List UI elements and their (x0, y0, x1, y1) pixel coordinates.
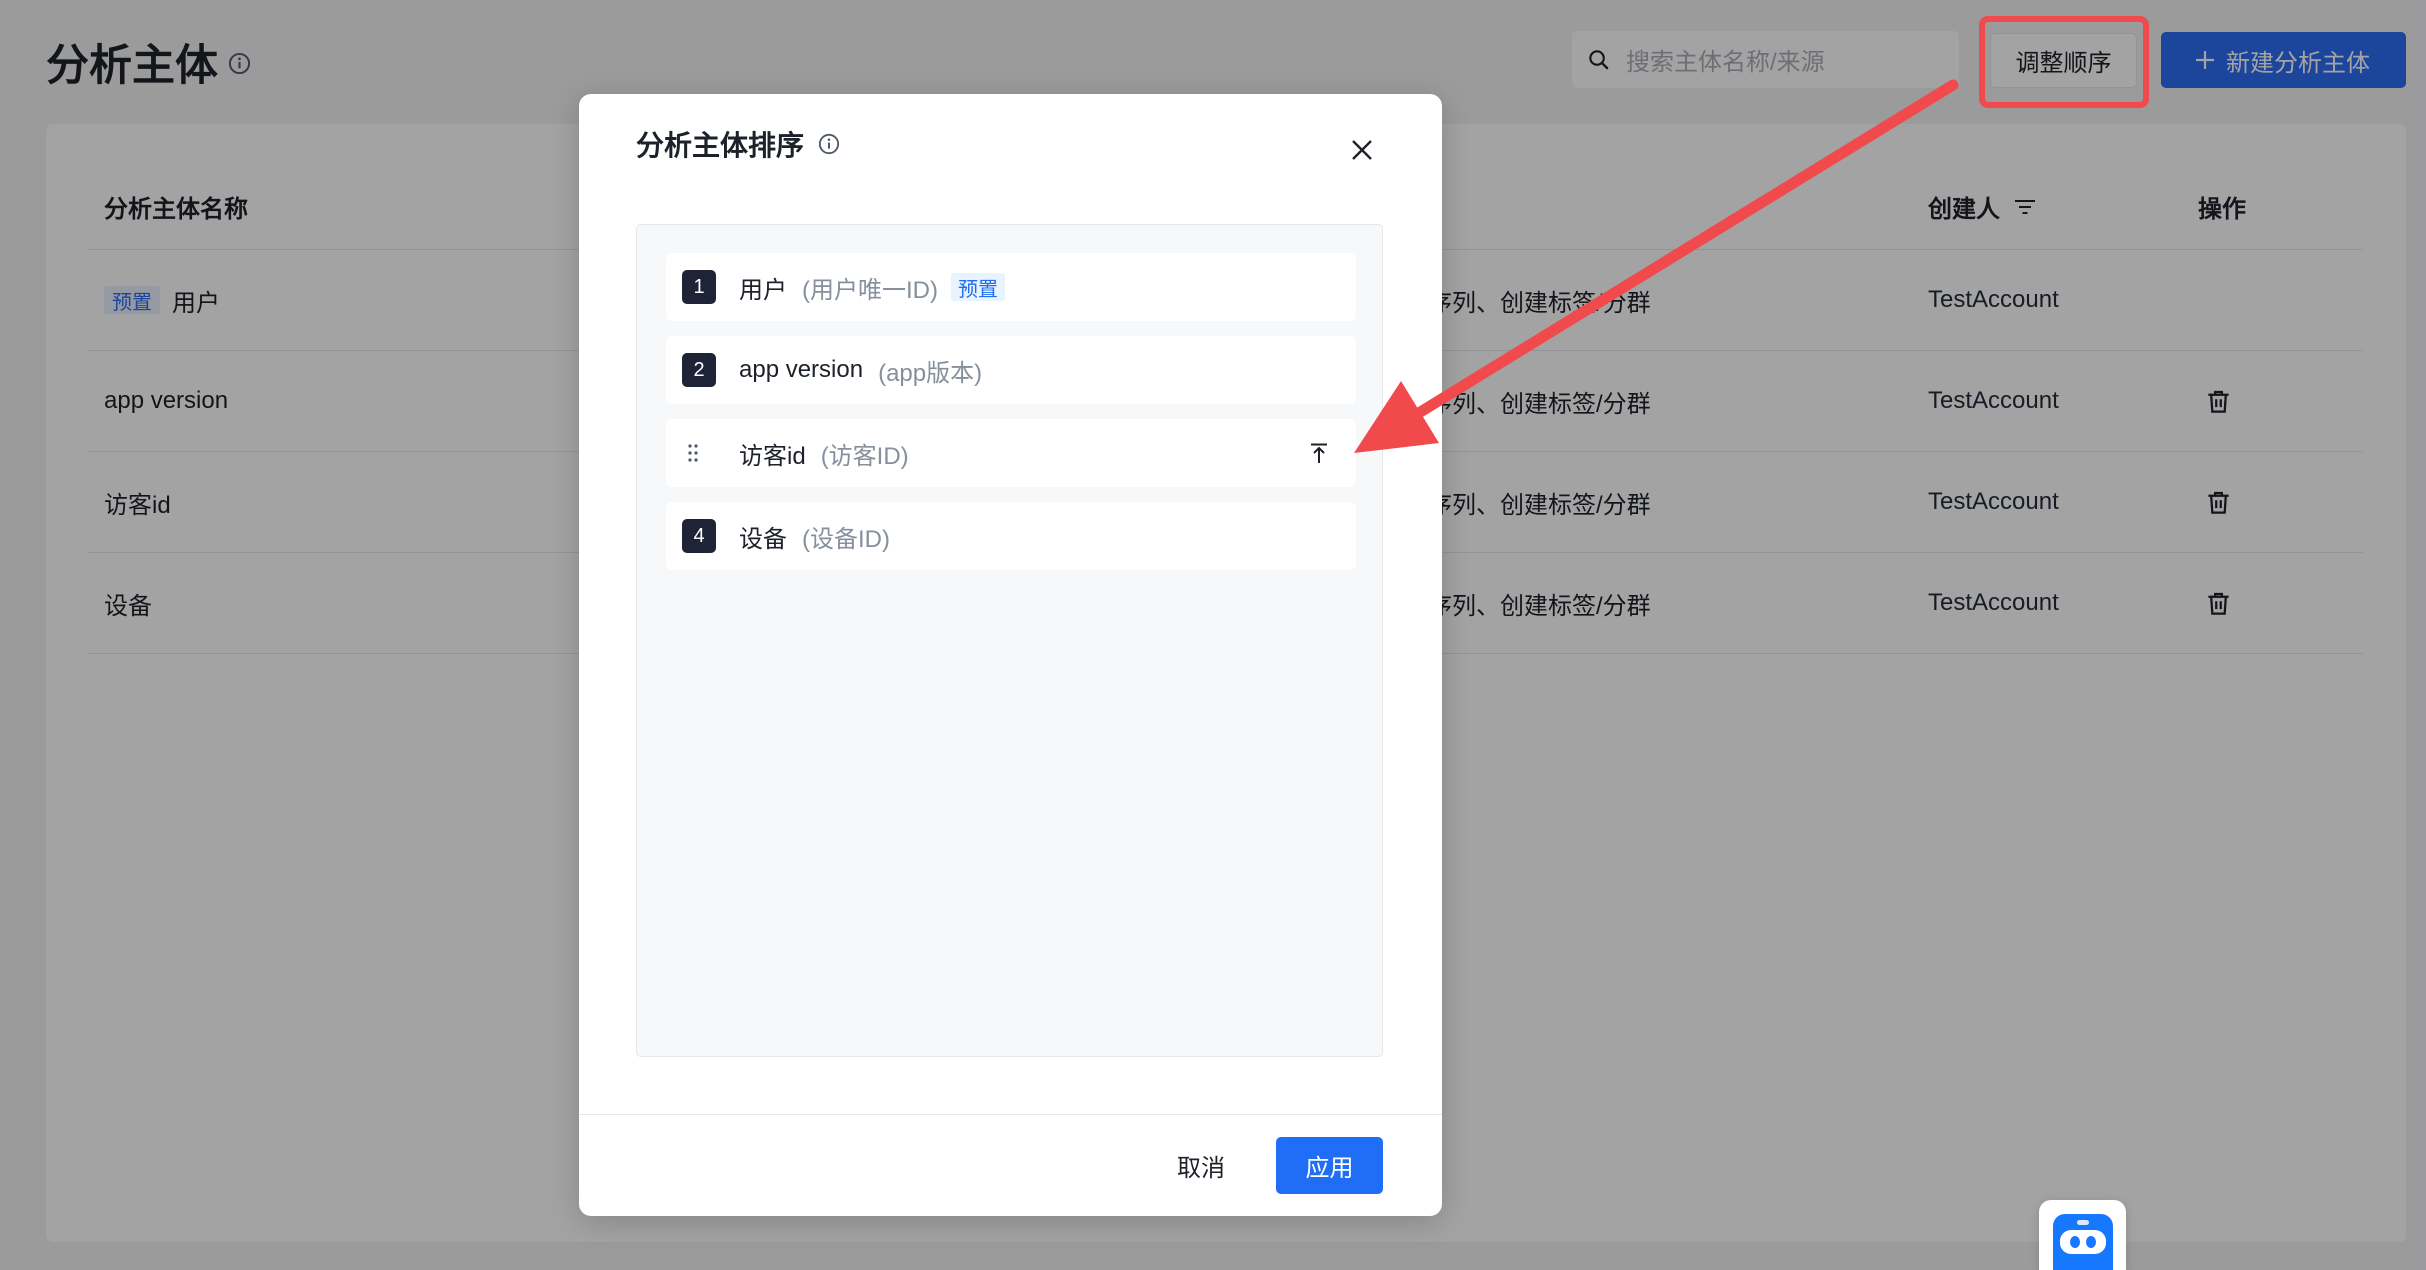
sortable-item-hovered[interactable]: 访客id (访客ID) (666, 419, 1356, 487)
robot-icon (2053, 1214, 2113, 1270)
apply-button[interactable]: 应用 (1276, 1137, 1383, 1194)
sort-subjects-dialog: 分析主体排序 1 用户 (用户唯一ID) 预置 2 app version (a… (579, 94, 1442, 1216)
drag-handle-icon[interactable] (687, 443, 699, 463)
sortable-list: 1 用户 (用户唯一ID) 预置 2 app version (app版本) 访 (636, 224, 1383, 1057)
item-name: 设备 (739, 525, 787, 553)
item-name: app version (739, 356, 864, 383)
item-name: 用户 (739, 276, 787, 304)
order-index: 2 (682, 353, 716, 387)
dialog-footer-divider (579, 1114, 1442, 1115)
sortable-item[interactable]: 4 设备 (设备ID) (666, 502, 1356, 570)
order-index: 1 (682, 270, 716, 304)
order-index: 4 (682, 519, 716, 553)
close-icon[interactable] (1351, 139, 1373, 161)
dialog-title: 分析主体排序 (636, 130, 805, 161)
item-name: 访客id (739, 442, 806, 470)
item-label: 用户 (用户唯一ID) 预置 (739, 253, 1005, 321)
item-label: 设备 (设备ID) (739, 502, 890, 570)
assistant-widget[interactable] (2039, 1200, 2126, 1270)
sortable-item[interactable]: 1 用户 (用户唯一ID) 预置 (666, 253, 1356, 321)
item-id-label: (用户唯一ID) (802, 276, 938, 304)
item-id-label: (app版本) (878, 359, 983, 387)
info-icon[interactable] (818, 133, 840, 155)
item-label: app version (app版本) (739, 336, 982, 404)
sortable-item[interactable]: 2 app version (app版本) (666, 336, 1356, 404)
cancel-button[interactable]: 取消 (1145, 1137, 1257, 1194)
item-id-label: (访客ID) (820, 442, 909, 470)
item-id-label: (设备ID) (802, 525, 890, 553)
preset-badge: 预置 (950, 273, 1005, 301)
pin-to-top-icon[interactable] (1308, 442, 1330, 464)
item-label: 访客id (访客ID) (739, 419, 909, 487)
